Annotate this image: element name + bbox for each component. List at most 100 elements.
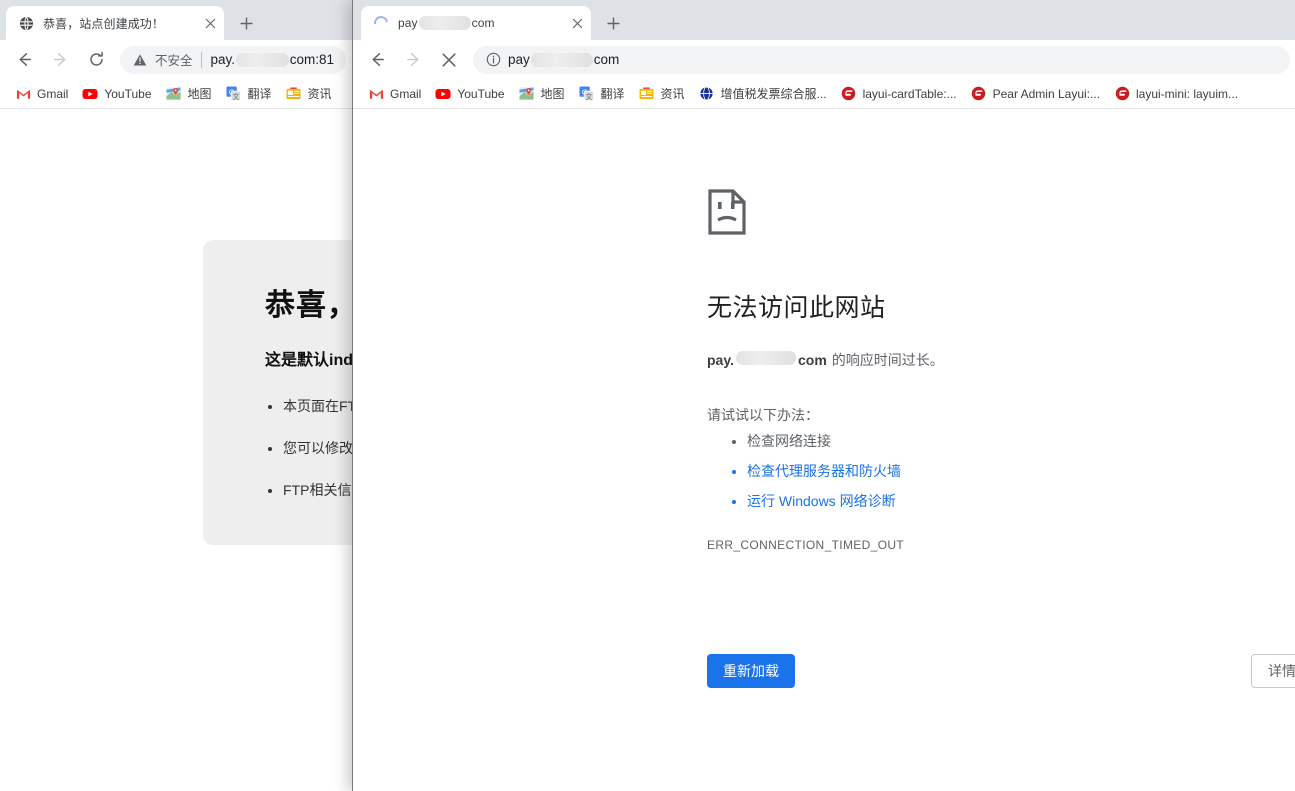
bookmark-label: YouTube xyxy=(104,86,152,101)
list-item: 您可以修改、删除或覆盖本页面 xyxy=(283,438,352,458)
error-subtitle: pay. com 的响应时间过长。 xyxy=(707,350,1187,371)
bg-page-list: 本页面在FTP根目录下的index.html 您可以修改、删除或覆盖本页面 FT… xyxy=(265,396,352,500)
close-icon[interactable] xyxy=(200,13,220,33)
error-host-suffix: com xyxy=(797,352,827,368)
bg-welcome-card: 恭喜，站点创建成功！ 这是默认index.html，本页面由系统自动生成 本页面… xyxy=(203,240,352,545)
bookmark-gmail[interactable]: Gmail xyxy=(8,82,75,106)
fg-tab-title-suffix: com xyxy=(471,15,495,30)
reload-button[interactable]: 重新加载 xyxy=(707,654,795,688)
bookmark-translate[interactable]: G 文 翻译 xyxy=(219,82,279,106)
foreground-browser-window[interactable]: pay com pay com Gmail YouTube 地图 文 翻译 资讯… xyxy=(352,0,1295,791)
error-try-label: 请试试以下办法： xyxy=(707,407,819,423)
fg-address-bar[interactable]: pay com xyxy=(473,45,1290,74)
bg-new-tab-button[interactable] xyxy=(232,9,260,37)
gitee-icon xyxy=(841,86,857,102)
fg-url-redaction xyxy=(530,52,593,67)
bookmark-maps[interactable]: 地图 xyxy=(159,82,219,106)
bookmark-label: 地图 xyxy=(187,87,212,101)
bookmark-label: Gmail xyxy=(390,86,422,101)
gmail-icon xyxy=(15,86,31,102)
bookmark-pear-admin-layui[interactable]: Pear Admin Layui:... xyxy=(964,82,1107,106)
fg-url-text: pay com xyxy=(508,52,619,67)
loading-spinner-icon xyxy=(371,13,391,33)
bookmark-gmail[interactable]: Gmail xyxy=(361,82,428,106)
bg-tab[interactable]: 恭喜，站点创建成功！ xyxy=(6,6,224,40)
error-host-redaction xyxy=(735,351,796,365)
background-browser-window[interactable]: 恭喜，站点创建成功！ 不安全 pay. com:81 Gmail YouTube… xyxy=(0,0,352,791)
error-suggestion-list: 检查网络连接 检查代理服务器和防火墙 运行 Windows 网络诊断 xyxy=(707,431,1187,512)
bg-url-redaction xyxy=(236,52,289,67)
list-item: 本页面在FTP根目录下的index.html xyxy=(283,396,352,416)
bg-security-label: 不安全 xyxy=(155,54,193,68)
bookmark-label: YouTube xyxy=(457,86,505,101)
bookmark-news[interactable]: 资讯 xyxy=(279,82,339,106)
error-subtitle-rest: 的响应时间过长。 xyxy=(831,352,944,368)
maps-icon xyxy=(519,86,535,102)
bookmark-label: 资讯 xyxy=(307,87,332,101)
suggestion-check-network: 检查网络连接 xyxy=(747,431,1187,452)
bookmark-label: Gmail xyxy=(37,86,69,101)
fg-tab[interactable]: pay com xyxy=(361,6,591,40)
sad-page-icon xyxy=(707,189,1187,240)
back-arrow-icon[interactable] xyxy=(9,45,39,75)
bookmark-label: 增值税发票综合服... xyxy=(720,87,827,101)
bg-page-viewport: 恭喜，站点创建成功！ 这是默认index.html，本页面由系统自动生成 本页面… xyxy=(0,109,352,791)
bg-omnibox-divider xyxy=(200,51,202,68)
bg-tab-title: 恭喜，站点创建成功！ xyxy=(43,16,165,31)
error-button-row: 重新加载 详情 xyxy=(707,654,1295,690)
maps-icon xyxy=(166,86,182,102)
bookmark-news[interactable]: 资讯 xyxy=(632,82,692,106)
bookmark-youtube[interactable]: YouTube xyxy=(75,82,158,106)
list-item: FTP相关信息，请到面板查看 xyxy=(283,480,352,500)
fg-tab-strip: pay com xyxy=(353,0,1295,40)
forward-arrow-icon xyxy=(398,45,428,75)
gmail-icon xyxy=(368,86,384,102)
bookmark-maps[interactable]: 地图 xyxy=(512,82,572,106)
fg-bookmarks-bar: Gmail YouTube 地图 文 翻译 资讯 增值税发票综合服... lay… xyxy=(353,79,1295,109)
globe-icon xyxy=(18,15,34,31)
bookmark-vat-invoice[interactable]: 增值税发票综合服... xyxy=(692,82,834,106)
suggestion-run-windows-diagnostics[interactable]: 运行 Windows 网络诊断 xyxy=(747,491,1187,512)
gitee-icon xyxy=(971,86,987,102)
fg-toolbar: pay com xyxy=(353,40,1295,79)
fg-page-viewport: 无法访问此网站 pay. com的响应时间过长。 请试试以下办法： 检查网络连接 … xyxy=(353,109,1295,790)
news-icon xyxy=(286,86,302,102)
svg-text:文: 文 xyxy=(233,92,240,101)
bookmark-translate[interactable]: G 文 翻译 xyxy=(572,82,632,106)
error-host-prefix: pay. xyxy=(707,352,734,368)
bg-address-bar[interactable]: 不安全 pay. com:81 xyxy=(120,45,346,74)
bookmark-label: 翻译 xyxy=(247,87,272,101)
close-icon[interactable] xyxy=(567,13,587,33)
forward-arrow-icon xyxy=(45,45,75,75)
translate-icon: G 文 xyxy=(226,86,242,102)
fg-url-prefix: pay xyxy=(508,52,530,67)
error-code: ERR_CONNECTION_TIMED_OUT xyxy=(707,538,905,552)
translate-icon: G 文 xyxy=(579,86,595,102)
suggestion-check-proxy-firewall[interactable]: 检查代理服务器和防火墙 xyxy=(747,461,1187,482)
bookmark-label: layui-mini: layuim... xyxy=(1136,86,1239,101)
bookmark-label: 翻译 xyxy=(600,87,625,101)
back-arrow-icon[interactable] xyxy=(362,45,392,75)
bg-toolbar: 不安全 pay. com:81 xyxy=(0,40,352,79)
bookmark-youtube[interactable]: YouTube xyxy=(428,82,511,106)
details-button[interactable]: 详情 xyxy=(1251,654,1295,688)
bg-bookmarks-bar: Gmail YouTube 地图 文 翻译 资讯 xyxy=(0,79,352,109)
error-heading: 无法访问此网站 xyxy=(707,294,886,322)
fg-tab-title-redaction xyxy=(418,16,471,31)
bookmark-label: Pear Admin Layui:... xyxy=(992,86,1100,101)
bookmark-layui-mini[interactable]: layui-mini: layuim... xyxy=(1107,82,1245,106)
bookmark-layui-cardtable[interactable]: layui-cardTable:... xyxy=(834,82,964,106)
fg-url-suffix: com xyxy=(593,52,620,67)
fg-tab-title: pay com xyxy=(398,16,561,31)
stop-x-icon[interactable] xyxy=(434,45,464,75)
globe-blue-icon xyxy=(699,86,715,102)
bg-url-text: pay. com:81 xyxy=(211,52,334,67)
bg-url-prefix: pay. xyxy=(210,52,236,67)
fg-new-tab-button[interactable] xyxy=(599,9,627,37)
info-circle-icon[interactable] xyxy=(485,52,501,68)
fg-tab-title-prefix: pay xyxy=(398,15,418,30)
bookmark-label: 地图 xyxy=(540,87,565,101)
warning-triangle-icon xyxy=(132,52,148,68)
reload-icon[interactable] xyxy=(81,45,111,75)
bookmark-label: layui-cardTable:... xyxy=(862,86,957,101)
